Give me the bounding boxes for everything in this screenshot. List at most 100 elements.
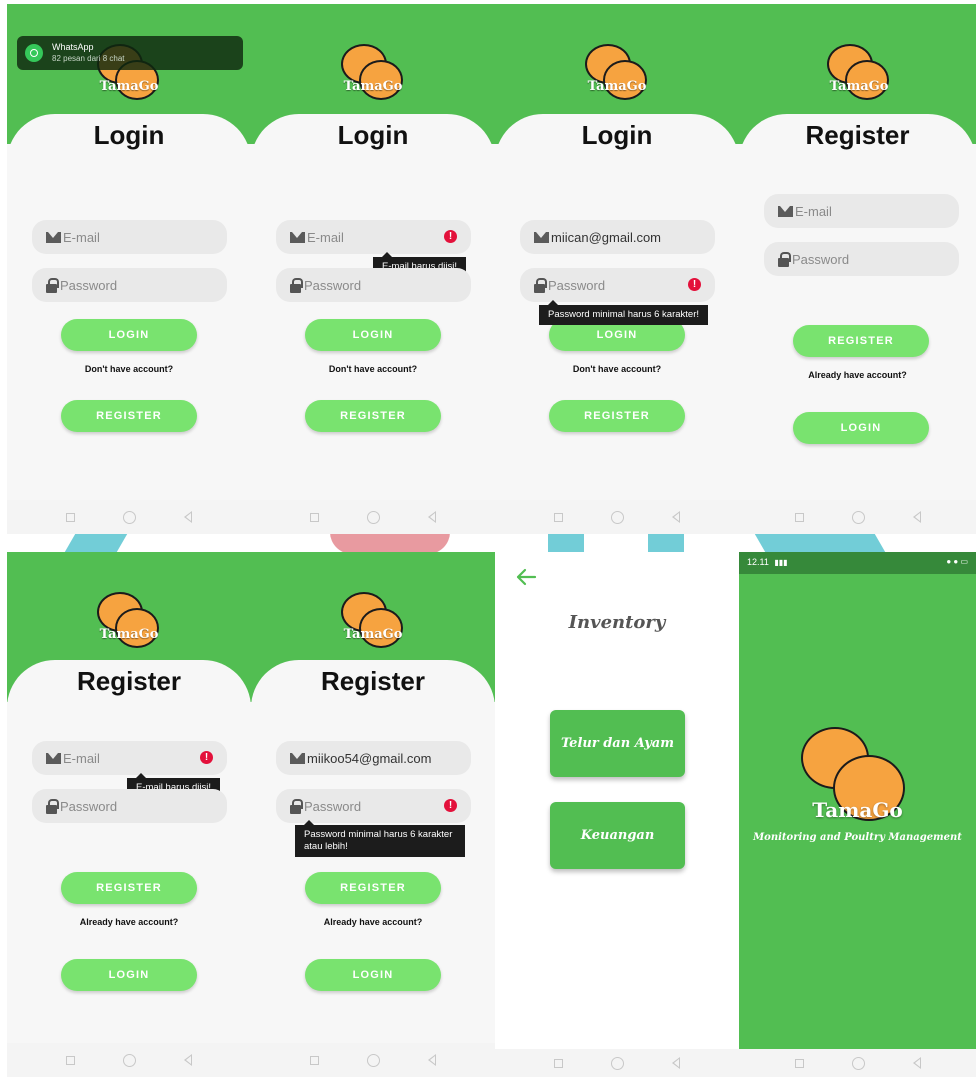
logo-text: TamaGo [829,79,889,94]
page-title: Login [337,120,409,150]
register-button[interactable]: REGISTER [305,400,441,432]
lock-icon [290,798,303,814]
nav-back-icon[interactable] [184,1054,192,1066]
password-error-tooltip: Password minimal harus 6 karakter atau l… [295,820,465,857]
nav-square-icon[interactable] [794,512,804,522]
email-placeholder: E-mail [63,229,100,245]
lock-icon [778,251,791,267]
nav-back-icon[interactable] [912,511,921,523]
register-button[interactable]: REGISTER [793,325,929,357]
nav-square-icon[interactable] [554,512,563,522]
nav-home-icon[interactable] [851,1056,865,1070]
email-field[interactable]: E-mail [764,194,959,228]
system-nav-bar [739,1049,976,1077]
password-field[interactable]: Password [276,789,471,823]
have-account-text: Already have account? [323,917,423,927]
nav-home-icon[interactable] [123,510,136,524]
nav-back-icon[interactable] [672,511,680,523]
inventory-title: Inventory [568,612,666,633]
background-decoration [753,532,887,554]
register-button[interactable]: REGISTER [61,872,197,904]
email-field[interactable]: E-mail [32,741,227,775]
error-icon: ! [688,278,701,291]
whatsapp-icon [25,44,43,62]
nav-home-icon[interactable] [123,1053,136,1067]
system-nav-bar [739,500,976,534]
background-decoration [548,532,584,554]
app-logo: TamaGo [93,590,165,650]
nav-home-icon[interactable] [611,1056,624,1070]
envelope-icon [534,231,549,243]
nav-square-icon[interactable] [554,1058,563,1068]
password-field[interactable]: Password [520,268,715,302]
register-button[interactable]: REGISTER [305,872,441,904]
background-decoration [330,532,450,554]
inventory-screen: Inventory Telur dan Ayam Keuangan [495,552,739,1077]
page-title: Login [93,120,165,150]
app-logo: TamaGo [823,42,895,102]
nav-square-icon[interactable] [310,512,319,522]
status-time: 12.11 [747,557,769,567]
login-screen-email-error: TamaGo Login E-mail ! E-mail harus diisi… [251,4,495,534]
envelope-icon [290,231,305,243]
nav-square-icon[interactable] [66,512,75,522]
logo-text: TamaGo [343,79,403,94]
back-arrow-icon[interactable] [515,568,537,586]
no-account-text: Don't have account? [572,364,662,374]
password-field[interactable]: Password [764,242,959,276]
keuangan-button[interactable]: Keuangan [550,802,685,869]
telur-dan-ayam-button[interactable]: Telur dan Ayam [550,710,685,777]
login-button[interactable]: LOGIN [305,319,441,351]
page-title: Login [581,120,653,150]
nav-back-icon[interactable] [428,1054,436,1066]
background-decoration [63,532,129,554]
error-icon: ! [200,751,213,764]
envelope-icon [290,752,305,764]
email-field[interactable]: E-mail [276,220,471,254]
signal-icon: ▮▮▮ [774,558,788,567]
nav-square-icon[interactable] [66,1055,75,1065]
error-icon: ! [444,799,457,812]
envelope-icon [778,205,793,217]
form-card [251,660,495,1077]
password-error-line-1: Password minimal harus 6 karakter [304,829,453,840]
nav-back-icon[interactable] [672,1057,680,1069]
login-button[interactable]: LOGIN [61,319,197,351]
email-field[interactable]: miikoo54@gmail.com [276,741,471,775]
password-field[interactable]: Password [32,268,227,302]
page-title: Register [320,666,426,696]
system-nav-bar [495,1049,739,1077]
email-field[interactable]: miican@gmail.com [520,220,715,254]
password-placeholder: Password [304,798,362,814]
login-button[interactable]: LOGIN [61,959,197,991]
email-placeholder: E-mail [307,229,344,245]
nav-square-icon[interactable] [310,1055,319,1065]
nav-home-icon[interactable] [367,510,380,524]
login-button[interactable]: LOGIN [305,959,441,991]
password-field[interactable]: Password [276,268,471,302]
password-error-line-2: atau lebih! [304,841,348,852]
nav-home-icon[interactable] [367,1053,380,1067]
nav-back-icon[interactable] [184,511,192,523]
system-nav-bar [251,500,495,534]
password-placeholder: Password [548,277,606,293]
email-placeholder: E-mail [795,203,832,219]
email-field[interactable]: E-mail [32,220,227,254]
register-button[interactable]: REGISTER [549,400,685,432]
nav-back-icon[interactable] [912,1057,921,1069]
nav-home-icon[interactable] [851,510,865,524]
login-button[interactable]: LOGIN [793,412,929,444]
logo-text: TamaGo [343,627,403,642]
nav-home-icon[interactable] [611,510,624,524]
splash-logo-text: TamaGo [812,798,903,822]
nav-back-icon[interactable] [428,511,436,523]
register-screen-password-error: TamaGo Register miikoo54@gmail.com Passw… [251,552,495,1077]
logo-text: TamaGo [587,79,647,94]
nav-square-icon[interactable] [794,1058,804,1068]
no-account-text: Don't have account? [84,364,174,374]
password-field[interactable]: Password [32,789,227,823]
lock-icon [46,277,59,293]
app-logo: TamaGo [581,42,653,102]
whatsapp-notification[interactable]: WhatsApp 82 pesan dari 8 chat [17,36,243,70]
register-button[interactable]: REGISTER [61,400,197,432]
